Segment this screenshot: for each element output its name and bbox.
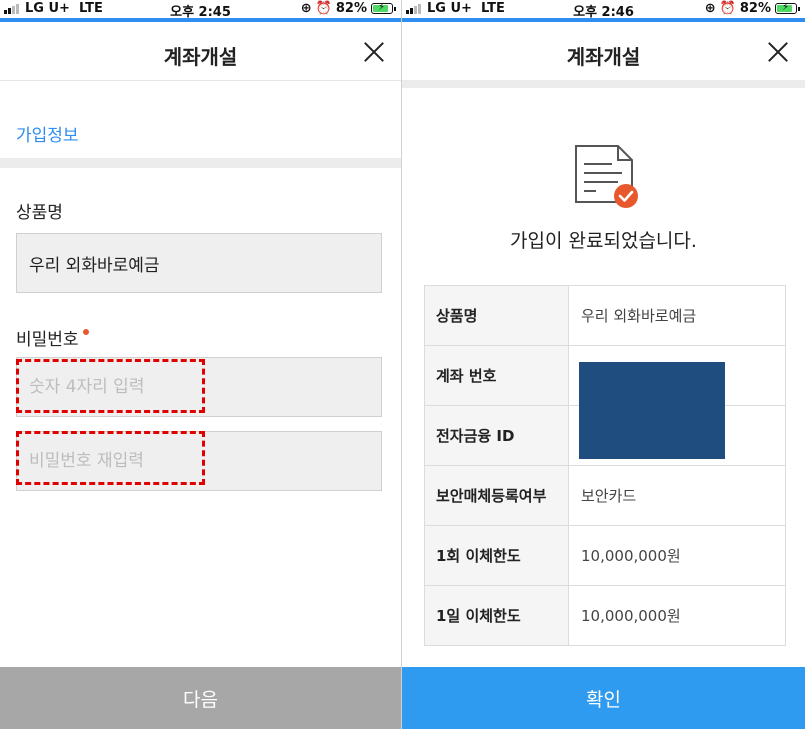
section-title: 가입정보 (16, 126, 79, 146)
row-value: 10,000,000원 (568, 585, 786, 646)
close-icon[interactable] (363, 41, 385, 63)
row-value: 보안카드 (568, 465, 786, 526)
table-row: 상품명 우리 외화바로예금 (424, 285, 786, 346)
page-title: 계좌개설 (566, 45, 641, 69)
battery-icon: ⚡ (371, 2, 396, 14)
alarm-icon: ⏰ (315, 1, 332, 16)
lock-rotation-icon: ⊕ (704, 1, 716, 16)
required-dot-icon (82, 329, 89, 335)
header: 계좌개설 (402, 22, 805, 80)
header: 계좌개설 (0, 22, 401, 80)
battery-icon: ⚡ (775, 2, 800, 14)
status-bar: LG U+ LTE 오후 2:45 ⊕ ⏰ 82% ⚡ (0, 0, 401, 20)
completion-message: 가입이 완료되었습니다. (510, 230, 697, 252)
password-label-row: 비밀번호 (16, 325, 89, 350)
row-key: 전자금융 ID (424, 405, 569, 466)
lock-rotation-icon: ⊕ (300, 1, 312, 16)
close-icon[interactable] (767, 41, 789, 63)
header-divider (0, 80, 401, 81)
row-key: 1일 이체한도 (424, 585, 569, 646)
row-key: 상품명 (424, 285, 569, 346)
next-button[interactable]: 다음 (0, 667, 401, 729)
password-label: 비밀번호 (16, 330, 79, 350)
status-bar: LG U+ LTE 오후 2:46 ⊕ ⏰ 82% ⚡ (402, 0, 805, 20)
confirm-button[interactable]: 확인 (402, 667, 805, 729)
password-input[interactable] (16, 357, 382, 417)
row-value: 10,000,000원 (568, 525, 786, 586)
row-key: 1회 이체한도 (424, 525, 569, 586)
password-confirm-input[interactable] (16, 431, 382, 491)
battery-percent: 82% (739, 1, 771, 16)
table-row: 1회 이체한도 10,000,000원 (424, 525, 786, 586)
account-open-form-screen: LG U+ LTE 오후 2:45 ⊕ ⏰ 82% ⚡ 계좌개설 가입정보 상품… (0, 0, 401, 729)
product-name-value: 우리 외화바로예금 (29, 255, 160, 276)
account-open-complete-screen: LG U+ LTE 오후 2:46 ⊕ ⏰ 82% ⚡ 계좌개설 가입이 완료되… (402, 0, 805, 729)
header-divider (402, 80, 805, 88)
battery-percent: 82% (335, 1, 367, 16)
product-name-field: 우리 외화바로예금 (16, 233, 382, 293)
row-value: 우리 외화바로예금 (568, 285, 786, 346)
section-divider (0, 158, 401, 168)
row-key: 계좌 번호 (424, 345, 569, 406)
product-name-label: 상품명 (16, 203, 63, 223)
account-info-table: 상품명 우리 외화바로예금 계좌 번호 전자금융 ID 보안매체등록여부 보안카… (424, 285, 786, 646)
table-row: 1일 이체한도 10,000,000원 (424, 585, 786, 646)
redaction-block (579, 362, 725, 459)
page-title: 계좌개설 (163, 45, 238, 69)
document-check-icon (575, 145, 638, 208)
alarm-icon: ⏰ (719, 1, 736, 16)
table-row: 보안매체등록여부 보안카드 (424, 465, 786, 526)
row-key: 보안매체등록여부 (424, 465, 569, 526)
